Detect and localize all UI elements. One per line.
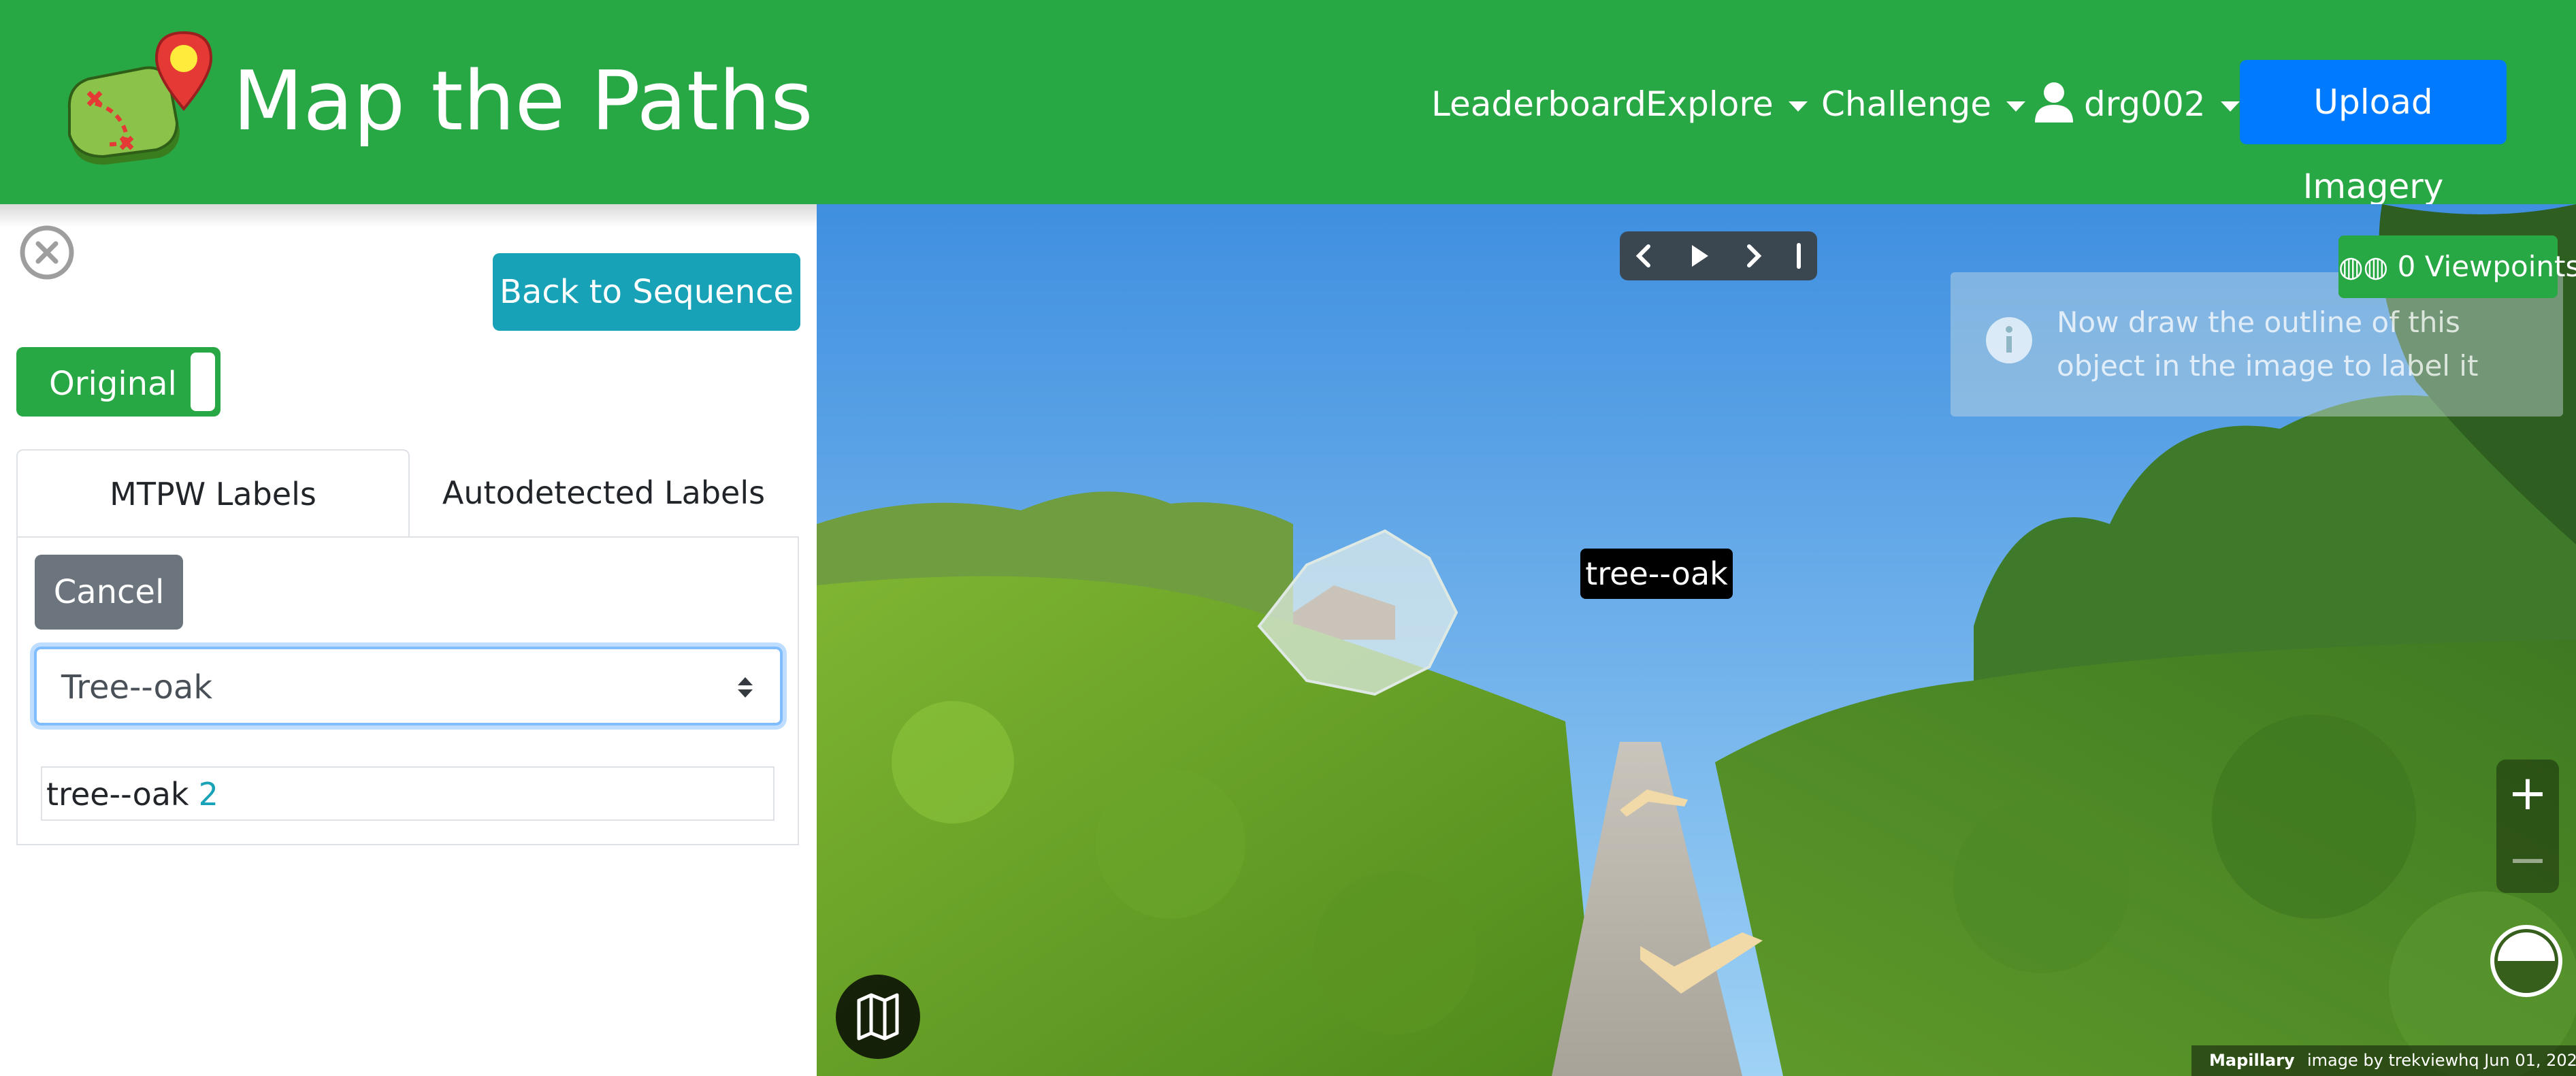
toggle-label: Original (49, 365, 177, 403)
binoculars-icon: ◍◍ (2338, 250, 2389, 283)
chevron-down-icon (2220, 101, 2240, 112)
label-name: tree--oak (46, 776, 189, 813)
nav-user-dropdown[interactable]: drg002 (2084, 83, 2240, 125)
label-list: tree--oak 2 (41, 766, 775, 821)
play-icon[interactable] (1674, 231, 1723, 280)
nav-user-label: drg002 (2084, 84, 2206, 124)
attribution-text[interactable]: image by trekviewhq Jun 01, 2020 (2307, 1045, 2576, 1076)
upload-imagery-button[interactable]: Upload Imagery (2240, 60, 2507, 206)
compass-icon[interactable] (2488, 923, 2564, 999)
object-label-tag[interactable]: tree--oak (1580, 549, 1733, 599)
sort-arrows-icon (738, 677, 753, 698)
site-title[interactable]: Map the Paths (233, 54, 813, 150)
toggle-knob (191, 353, 215, 411)
back-to-sequence-button[interactable]: Back to Sequence (493, 253, 800, 331)
original-toggle[interactable]: Original (16, 347, 221, 417)
mapillary-logo[interactable]: Mapillary (2209, 1045, 2295, 1076)
nav-leaderboard[interactable]: Leaderboard (1431, 83, 1646, 125)
sequence-end-icon[interactable] (1780, 231, 1817, 280)
chevron-down-icon (2006, 101, 2025, 112)
viewpoints-label: 0 Viewpoints (2397, 250, 2576, 283)
previous-arrow-icon[interactable] (1620, 231, 1669, 280)
tab-autodetected-labels[interactable]: Autodetected Labels (408, 449, 799, 536)
close-icon[interactable] (19, 225, 75, 280)
list-item[interactable]: tree--oak 2 (46, 775, 218, 814)
image-attribution: Mapillary image by trekviewhq Jun 01, 20… (2191, 1045, 2576, 1076)
select-value: Tree--oak (61, 668, 213, 706)
label-count: 2 (198, 776, 218, 813)
info-icon (1986, 317, 2032, 363)
next-arrow-icon[interactable] (1729, 231, 1778, 280)
nav-challenge-label: Challenge (1821, 84, 1991, 124)
chevron-down-icon (1788, 101, 1808, 112)
zoom-in-button[interactable]: + (2496, 760, 2559, 826)
navbar-shadow (0, 204, 817, 227)
hint-text: Now draw the outline of this object in t… (2057, 306, 2479, 382)
map-pin-logo-icon[interactable] (64, 29, 216, 181)
viewpoints-button[interactable]: ◍◍ 0 Viewpoints (2338, 235, 2576, 298)
nav-challenge-dropdown[interactable]: Challenge (1821, 83, 2025, 125)
zoom-out-button[interactable]: − (2496, 826, 2559, 893)
zoom-controls: + − (2496, 760, 2559, 893)
cancel-button[interactable]: Cancel (35, 555, 183, 630)
sequence-controls (1620, 231, 1817, 280)
nav-explore-dropdown[interactable]: Explore (1646, 83, 1808, 125)
map-icon[interactable] (836, 975, 920, 1059)
nav-explore-label: Explore (1646, 84, 1774, 124)
user-icon (2035, 82, 2073, 123)
tab-mtpw-labels[interactable]: MTPW Labels (16, 449, 410, 538)
label-type-select[interactable]: Tree--oak (34, 647, 783, 726)
